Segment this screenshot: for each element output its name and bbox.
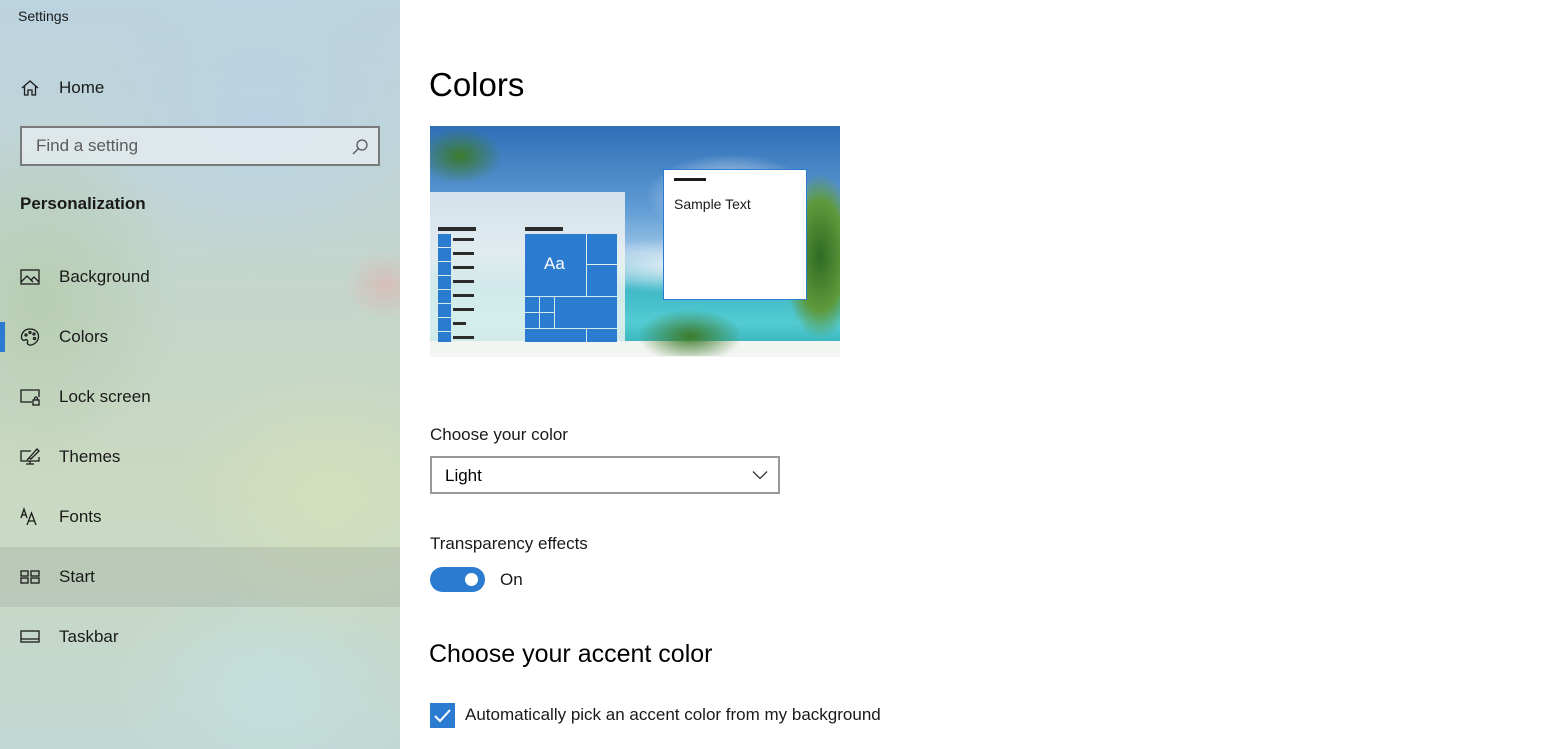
- search-icon[interactable]: [351, 138, 369, 156]
- choose-color-dropdown[interactable]: Light: [430, 456, 780, 494]
- preview-window: Sample Text: [663, 169, 807, 300]
- preview-tile: [525, 297, 539, 312]
- accent-color-heading: Choose your accent color: [429, 640, 713, 668]
- home-icon: [20, 78, 40, 98]
- preview-tile-text: Aa: [544, 254, 565, 273]
- color-preview: Aa Sample Text: [430, 126, 840, 357]
- preview-list-tile: [438, 276, 451, 289]
- preview-list-tile: [438, 290, 451, 303]
- sidebar-item-start[interactable]: Start: [0, 547, 400, 607]
- preview-tile: [525, 313, 539, 328]
- search-box[interactable]: [20, 126, 380, 166]
- preview-list-bar: [453, 336, 474, 339]
- fonts-icon: [20, 507, 40, 527]
- selection-indicator: [0, 322, 5, 352]
- lock-screen-icon: [20, 387, 40, 407]
- nav-home-label: Home: [59, 78, 105, 97]
- transparency-state: On: [500, 570, 523, 589]
- sidebar-item-taskbar[interactable]: Taskbar: [0, 607, 400, 667]
- preview-tile: [587, 234, 617, 264]
- preview-list-bar: [453, 266, 474, 269]
- sidebar-item-label: Taskbar: [59, 627, 119, 646]
- transparency-label: Transparency effects: [430, 534, 588, 553]
- palette-icon: [20, 327, 40, 347]
- main-content: Colors Aa Sample Text: [400, 0, 1542, 749]
- sidebar-item-background[interactable]: Background: [0, 247, 400, 307]
- choose-color-label: Choose your color: [430, 425, 568, 444]
- checkmark-icon: [434, 709, 451, 723]
- preview-sample-text: Sample Text: [674, 196, 751, 212]
- taskbar-icon: [20, 627, 40, 647]
- sidebar-item-label: Lock screen: [59, 387, 151, 406]
- chevron-down-icon: [752, 468, 768, 482]
- picture-icon: [20, 267, 40, 287]
- preview-window-title-bar: [674, 178, 706, 181]
- preview-list-bar: [453, 280, 474, 283]
- preview-heading-bar: [438, 227, 476, 231]
- sidebar-item-label: Start: [59, 567, 95, 586]
- nav-home[interactable]: Home: [0, 68, 400, 108]
- app-title: Settings: [18, 8, 69, 24]
- toggle-knob: [465, 573, 478, 586]
- preview-list-tile: [438, 332, 451, 342]
- sidebar-item-lock-screen[interactable]: Lock screen: [0, 367, 400, 427]
- preview-list-tile: [438, 262, 451, 275]
- sidebar-item-label: Fonts: [59, 507, 102, 526]
- page-title: Colors: [429, 66, 525, 103]
- preview-start-menu: Aa: [430, 192, 625, 342]
- preview-heading-bar: [525, 227, 563, 231]
- preview-palm-decoration: [630, 296, 760, 356]
- sidebar: Settings Home Personalization Background…: [0, 0, 400, 749]
- transparency-toggle[interactable]: [430, 567, 485, 592]
- section-title: Personalization: [20, 194, 146, 213]
- preview-tile: [587, 265, 617, 296]
- auto-accent-checkbox[interactable]: [430, 703, 455, 728]
- themes-icon: [20, 447, 40, 467]
- preview-list-bar: [453, 308, 474, 311]
- preview-list-tile: [438, 318, 451, 331]
- preview-list-bar: [453, 322, 466, 325]
- preview-tile: [587, 329, 617, 342]
- preview-list-bar: [453, 294, 474, 297]
- preview-tile: [540, 313, 554, 328]
- choose-color-value: Light: [445, 466, 482, 485]
- sidebar-item-colors[interactable]: Colors: [0, 307, 400, 367]
- preview-list-tile: [438, 234, 451, 247]
- sidebar-item-fonts[interactable]: Fonts: [0, 487, 400, 547]
- start-icon: [20, 567, 40, 587]
- preview-list-bar: [453, 252, 474, 255]
- preview-list-tile: [438, 248, 451, 261]
- auto-accent-label[interactable]: Automatically pick an accent color from …: [465, 705, 881, 725]
- search-input[interactable]: [22, 128, 342, 164]
- sidebar-item-label: Background: [59, 267, 150, 286]
- preview-large-tile: Aa: [525, 234, 586, 296]
- sidebar-item-themes[interactable]: Themes: [0, 427, 400, 487]
- sidebar-item-label: Themes: [59, 447, 121, 466]
- nav-list: Background Colors Lock screen Themes Fon…: [0, 247, 400, 667]
- preview-list-tile: [438, 304, 451, 317]
- sidebar-item-label: Colors: [59, 327, 109, 346]
- preview-wide-tile: [555, 297, 617, 328]
- preview-tile: [540, 297, 554, 312]
- preview-list-bar: [453, 238, 474, 241]
- preview-tile: [525, 329, 586, 342]
